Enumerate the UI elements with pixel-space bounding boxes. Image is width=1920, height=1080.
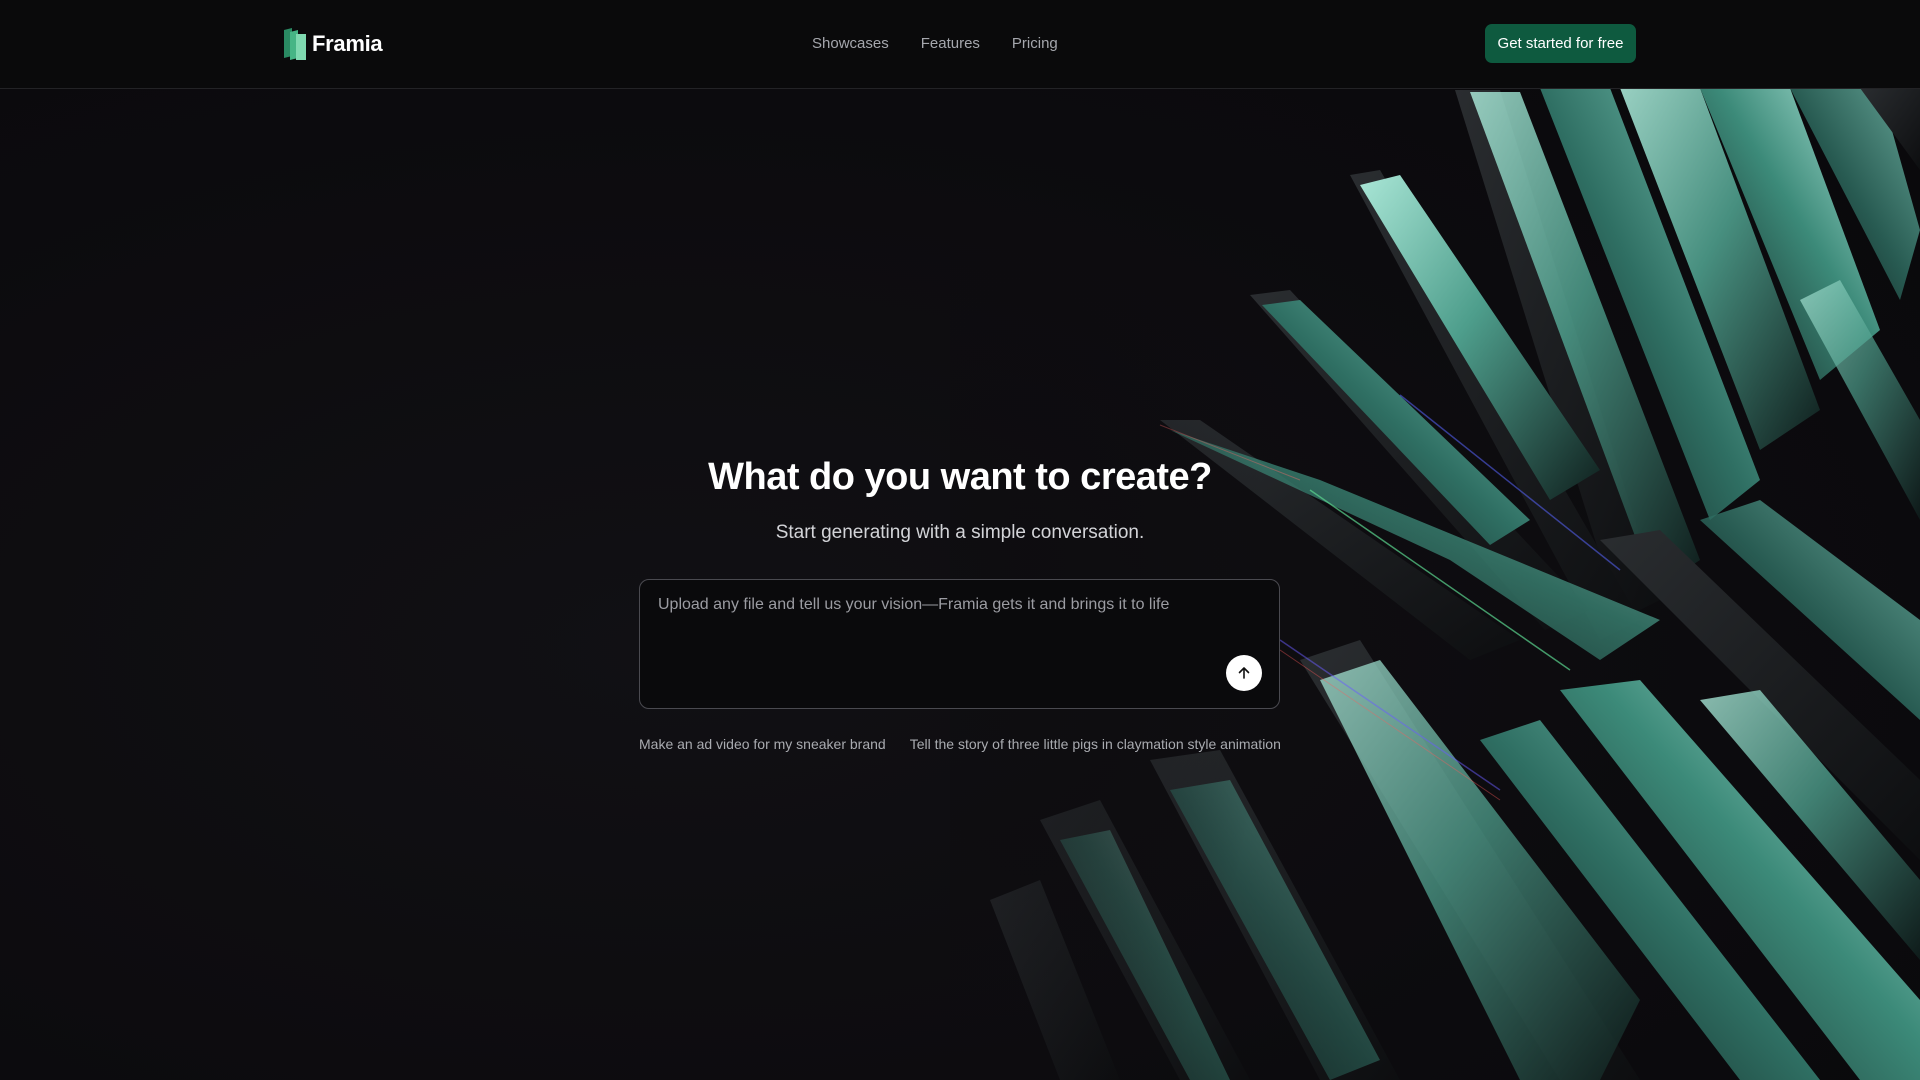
main-nav: Showcases Features Pricing	[812, 34, 1058, 54]
page: Framia Showcases Features Pricing Get st…	[0, 0, 1920, 1080]
suggestion-three-pigs[interactable]: Tell the story of three little pigs in c…	[910, 735, 1281, 753]
arrow-up-icon	[1238, 667, 1250, 679]
site-header: Framia Showcases Features Pricing Get st…	[0, 0, 1920, 89]
send-button[interactable]	[1226, 655, 1262, 691]
logo-text: Framia	[312, 31, 383, 56]
nav-pricing[interactable]: Pricing	[1012, 34, 1058, 54]
suggestion-sneaker-ad[interactable]: Make an ad video for my sneaker brand	[639, 735, 886, 753]
prompt-box	[639, 579, 1280, 709]
logo-link[interactable]: Framia	[284, 28, 383, 60]
nav-showcases[interactable]: Showcases	[812, 34, 889, 54]
nav-features[interactable]: Features	[921, 34, 980, 54]
prompt-input[interactable]	[658, 594, 1258, 654]
get-started-button[interactable]: Get started for free	[1485, 24, 1636, 63]
hero-subtitle: Start generating with a simple conversat…	[775, 522, 1145, 543]
hero-title: What do you want to create?	[708, 456, 1212, 498]
framia-logo-icon	[284, 28, 306, 60]
prompt-suggestions: Make an ad video for my sneaker brand Te…	[639, 735, 1281, 753]
hero-section: What do you want to create? Start genera…	[0, 0, 1920, 1080]
